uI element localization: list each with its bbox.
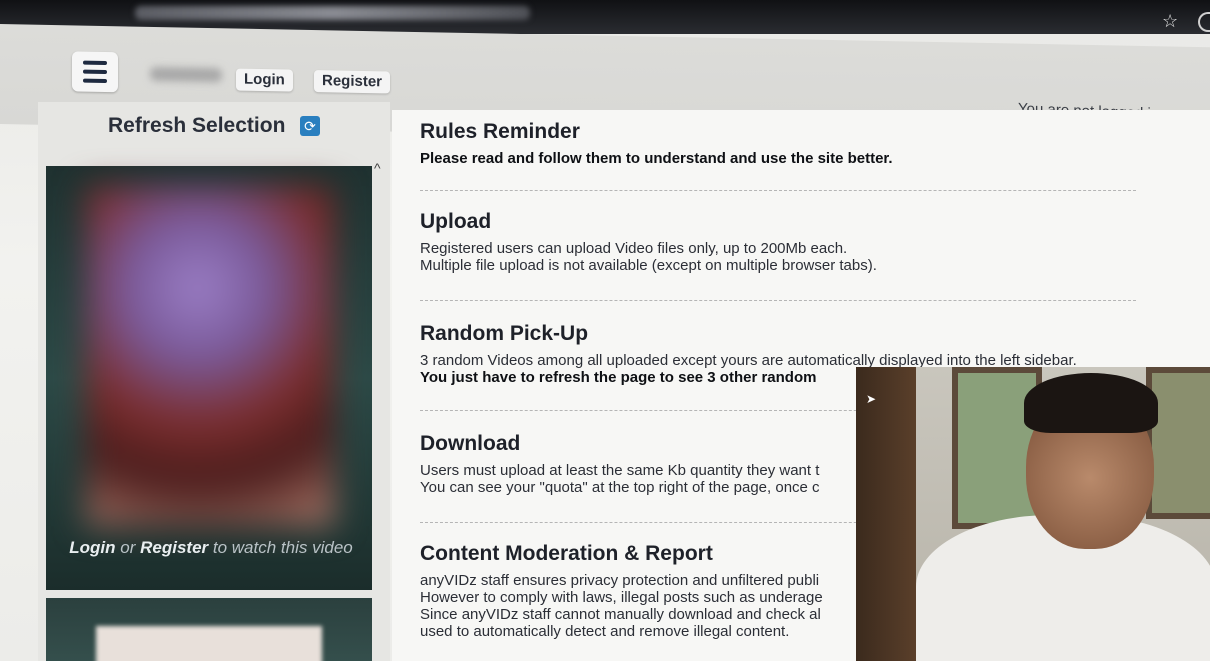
section-line: Multiple file upload is not available (e… xyxy=(420,257,877,274)
section-bold-text: Please read and follow them to understan… xyxy=(420,150,893,167)
video-thumbnail[interactable] xyxy=(96,626,322,661)
bookshelf xyxy=(856,367,916,661)
section-title: Upload xyxy=(420,210,492,233)
section-title: Random Pick-Up xyxy=(420,322,589,345)
register-button[interactable]: Register xyxy=(314,70,391,94)
watch-video-prompt: Login or Register to watch this video xyxy=(58,538,364,558)
menu-line-icon xyxy=(83,60,107,66)
menu-line-icon xyxy=(83,78,107,84)
scroll-up-icon[interactable]: ^ xyxy=(374,160,381,176)
section-line: Registered users can upload Video files … xyxy=(420,240,848,257)
section-title: Rules Reminder xyxy=(420,120,580,143)
divider xyxy=(420,190,1136,191)
webcam-overlay xyxy=(856,367,1210,661)
browser-menu-icon[interactable] xyxy=(1198,12,1210,32)
site-logo[interactable] xyxy=(150,66,222,83)
address-bar[interactable] xyxy=(135,6,530,20)
rules-reminder-section: Rules Reminder Please read and follow th… xyxy=(420,120,1140,167)
divider xyxy=(420,300,1136,301)
login-link[interactable]: Login xyxy=(69,538,115,557)
sidebar: Refresh Selection ⟳ ^ Login or Register … xyxy=(38,102,390,661)
refresh-icon[interactable]: ⟳ xyxy=(300,116,320,136)
menu-line-icon xyxy=(83,69,107,75)
watch-text: to watch this video xyxy=(212,538,353,557)
screen: ☆ Login Register You are not logged in. … xyxy=(0,0,1210,661)
video-card[interactable]: Login or Register to watch this video xyxy=(46,166,372,590)
mouse-cursor-icon: ➤ xyxy=(866,392,877,406)
hamburger-menu-button[interactable] xyxy=(72,51,118,93)
section-text: Registered users can upload Video files … xyxy=(420,240,1140,274)
bookmark-star-icon[interactable]: ☆ xyxy=(1162,12,1178,30)
refresh-selection-title[interactable]: Refresh Selection xyxy=(108,114,285,138)
login-button[interactable]: Login xyxy=(236,68,293,92)
register-link[interactable]: Register xyxy=(140,538,208,557)
or-text: or xyxy=(120,538,136,557)
picture-frame xyxy=(1146,367,1210,519)
person-hair xyxy=(1024,373,1158,433)
video-card[interactable] xyxy=(46,598,372,661)
upload-section: Upload Registered users can upload Video… xyxy=(420,210,1140,274)
video-thumbnail[interactable] xyxy=(86,186,334,526)
